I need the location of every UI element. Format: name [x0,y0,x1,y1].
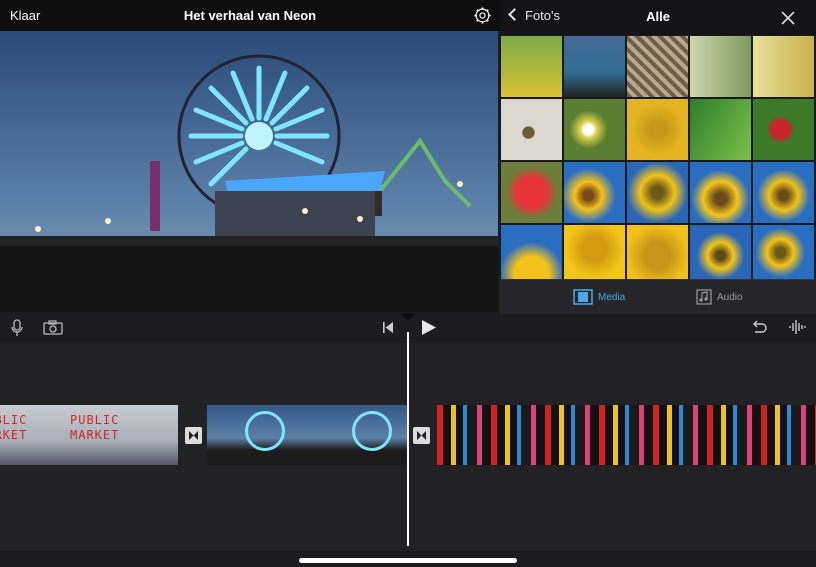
undo-icon[interactable] [751,319,767,335]
sign-line-1: PUBLIC [0,413,28,427]
project-title: Het verhaal van Neon [183,8,317,23]
tab-audio-label: Audio [717,291,743,303]
browser-header: Foto's Alle [500,0,816,35]
sign-text: PUBLIC MARKET [70,413,119,443]
sign-text-partial: PUBLIC MARKET [0,413,27,443]
sign-line-2: MARKET [0,428,28,442]
thumbnail[interactable] [690,225,751,286]
thumbnail[interactable] [501,162,562,223]
sign-line-2: MARKET [70,428,120,442]
thumbnail[interactable] [753,99,814,160]
thumbnail[interactable] [690,36,751,97]
playhead[interactable] [407,332,409,546]
clip-neon-street[interactable] [437,405,816,465]
thumbnail[interactable] [753,225,814,286]
sign-line-1: PUBLIC [70,413,120,427]
tab-media-label: Media [598,291,626,303]
tab-audio[interactable]: Audio [696,289,743,305]
play-icon[interactable] [422,320,436,335]
thumbnail[interactable] [564,162,625,223]
clip-ferris-wheel-pier[interactable] [207,405,407,465]
transition-button[interactable] [185,427,202,444]
playhead-pointer [400,313,416,321]
home-indicator[interactable] [299,558,517,563]
viewer-toolbar: Klaar Het verhaal van Neon [0,0,500,31]
thumbnail[interactable] [501,225,562,286]
thumbnail[interactable] [627,99,688,160]
thumbnail[interactable] [690,99,751,160]
close-icon[interactable] [780,10,796,26]
thumbnail[interactable] [753,162,814,223]
camera-icon[interactable] [43,320,63,335]
thumbnail[interactable] [501,36,562,97]
thumbnail[interactable] [564,225,625,286]
thumbnail[interactable] [627,225,688,286]
ferris-wheel-frame [352,411,392,451]
thumbnail[interactable] [627,36,688,97]
music-icon [696,289,712,305]
browser-title: Alle [646,9,670,24]
thumbnail[interactable] [564,36,625,97]
transition-icon [417,431,426,440]
media-browser: Foto's Alle Media Audio [500,0,816,314]
microphone-icon[interactable] [11,319,23,337]
thumbnail[interactable] [690,162,751,223]
transition-icon [189,431,198,440]
skip-to-start-icon[interactable] [383,322,393,333]
thumbnail[interactable] [753,36,814,97]
transition-button[interactable] [413,427,430,444]
thumbnail[interactable] [501,99,562,160]
browser-tabs: Media Audio [500,279,816,314]
clip-public-market[interactable]: PUBLIC MARKET PUBLIC MARKET [0,405,178,465]
thumbnail[interactable] [564,99,625,160]
preview-image [0,31,498,312]
thumbnail[interactable] [627,162,688,223]
ferris-wheel-frame [245,411,285,451]
thumbnail-grid [501,36,816,286]
video-preview[interactable] [0,31,498,312]
film-icon [573,289,593,305]
tab-media[interactable]: Media [573,289,625,305]
gear-icon[interactable] [474,7,491,24]
audio-waveform-icon[interactable] [788,318,806,336]
